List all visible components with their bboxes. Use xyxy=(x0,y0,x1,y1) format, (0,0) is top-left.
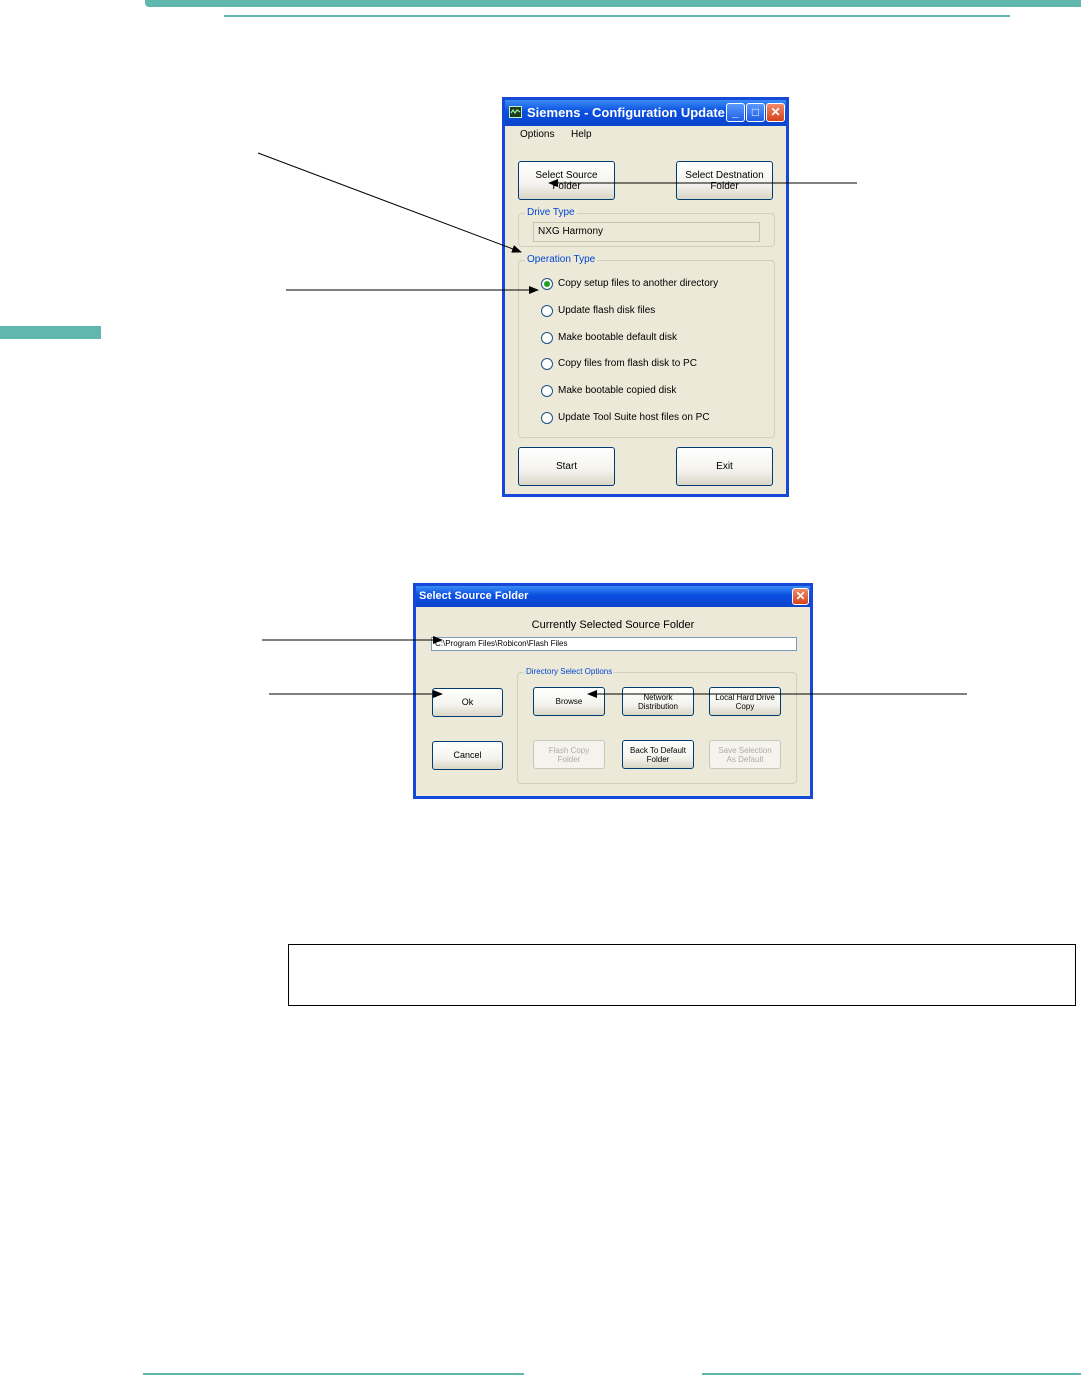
radio-icon[interactable] xyxy=(541,358,553,370)
footer-rule-right xyxy=(702,1373,1081,1375)
flash-copy-folder-button[interactable]: Flash Copy Folder xyxy=(533,740,605,769)
radio-icon[interactable] xyxy=(541,412,553,424)
header-accent-bar xyxy=(145,0,1081,7)
directory-options-label: Directory Select Options xyxy=(524,667,615,677)
configuration-update-window: Siemens - Configuration Update _ □ ✕ Opt… xyxy=(502,97,789,497)
callout-arrow xyxy=(257,152,522,253)
dialog-title: Select Source Folder xyxy=(419,590,529,602)
exit-button[interactable]: Exit xyxy=(676,447,773,486)
select-destination-folder-button[interactable]: Select Destnation Folder xyxy=(676,161,773,200)
ok-button[interactable]: Ok xyxy=(432,688,503,717)
window-title: Siemens - Configuration Update xyxy=(527,105,725,120)
menu-bar: Options Help xyxy=(505,126,786,144)
back-to-default-folder-button[interactable]: Back To Default Folder xyxy=(622,740,694,769)
radio-icon[interactable] xyxy=(541,305,553,317)
maximize-icon[interactable]: □ xyxy=(746,103,765,122)
save-selection-as-default-button[interactable]: Save Selection As Default xyxy=(709,740,781,769)
menu-help[interactable]: Help xyxy=(571,129,592,140)
minimize-icon[interactable]: _ xyxy=(726,103,745,122)
drive-type-label: Drive Type xyxy=(525,207,577,219)
chapter-side-tab xyxy=(0,326,101,339)
operation-type-label: Operation Type xyxy=(525,254,598,266)
title-bar[interactable]: Select Source Folder ✕ xyxy=(416,586,810,607)
close-icon[interactable]: ✕ xyxy=(792,588,809,605)
radio-icon[interactable] xyxy=(541,385,553,397)
radio-icon[interactable] xyxy=(541,332,553,344)
start-button[interactable]: Start xyxy=(518,447,615,486)
source-folder-heading: Currently Selected Source Folder xyxy=(531,619,695,631)
title-bar[interactable]: Siemens - Configuration Update _ □ ✕ xyxy=(505,100,786,126)
menu-options[interactable]: Options xyxy=(520,129,554,140)
operation-type-group: Operation Type Copy setup files to anoth… xyxy=(518,254,775,438)
drive-type-group: Drive Type NXG Harmony xyxy=(518,207,775,247)
local-hard-drive-copy-button[interactable]: Local Hard Drive Copy xyxy=(709,687,781,716)
directory-options-group: Directory Select Options Browse Network … xyxy=(517,667,797,784)
select-source-folder-dialog: Select Source Folder ✕ Currently Selecte… xyxy=(413,583,813,799)
note-box xyxy=(288,944,1076,1006)
network-distribution-button[interactable]: Network Distribution xyxy=(622,687,694,716)
app-icon xyxy=(509,106,522,118)
drive-type-field: NXG Harmony xyxy=(533,222,760,242)
footer-rule-left xyxy=(143,1373,524,1375)
header-rule xyxy=(224,15,1010,17)
close-icon[interactable]: ✕ xyxy=(766,103,785,122)
select-source-folder-button[interactable]: Select Source Folder xyxy=(518,161,615,200)
cancel-button[interactable]: Cancel xyxy=(432,741,503,770)
browse-button[interactable]: Browse xyxy=(533,687,605,716)
radio-icon[interactable] xyxy=(541,278,553,290)
source-path-field[interactable]: C:\Program Files\Robicon\Flash Files xyxy=(431,637,797,651)
